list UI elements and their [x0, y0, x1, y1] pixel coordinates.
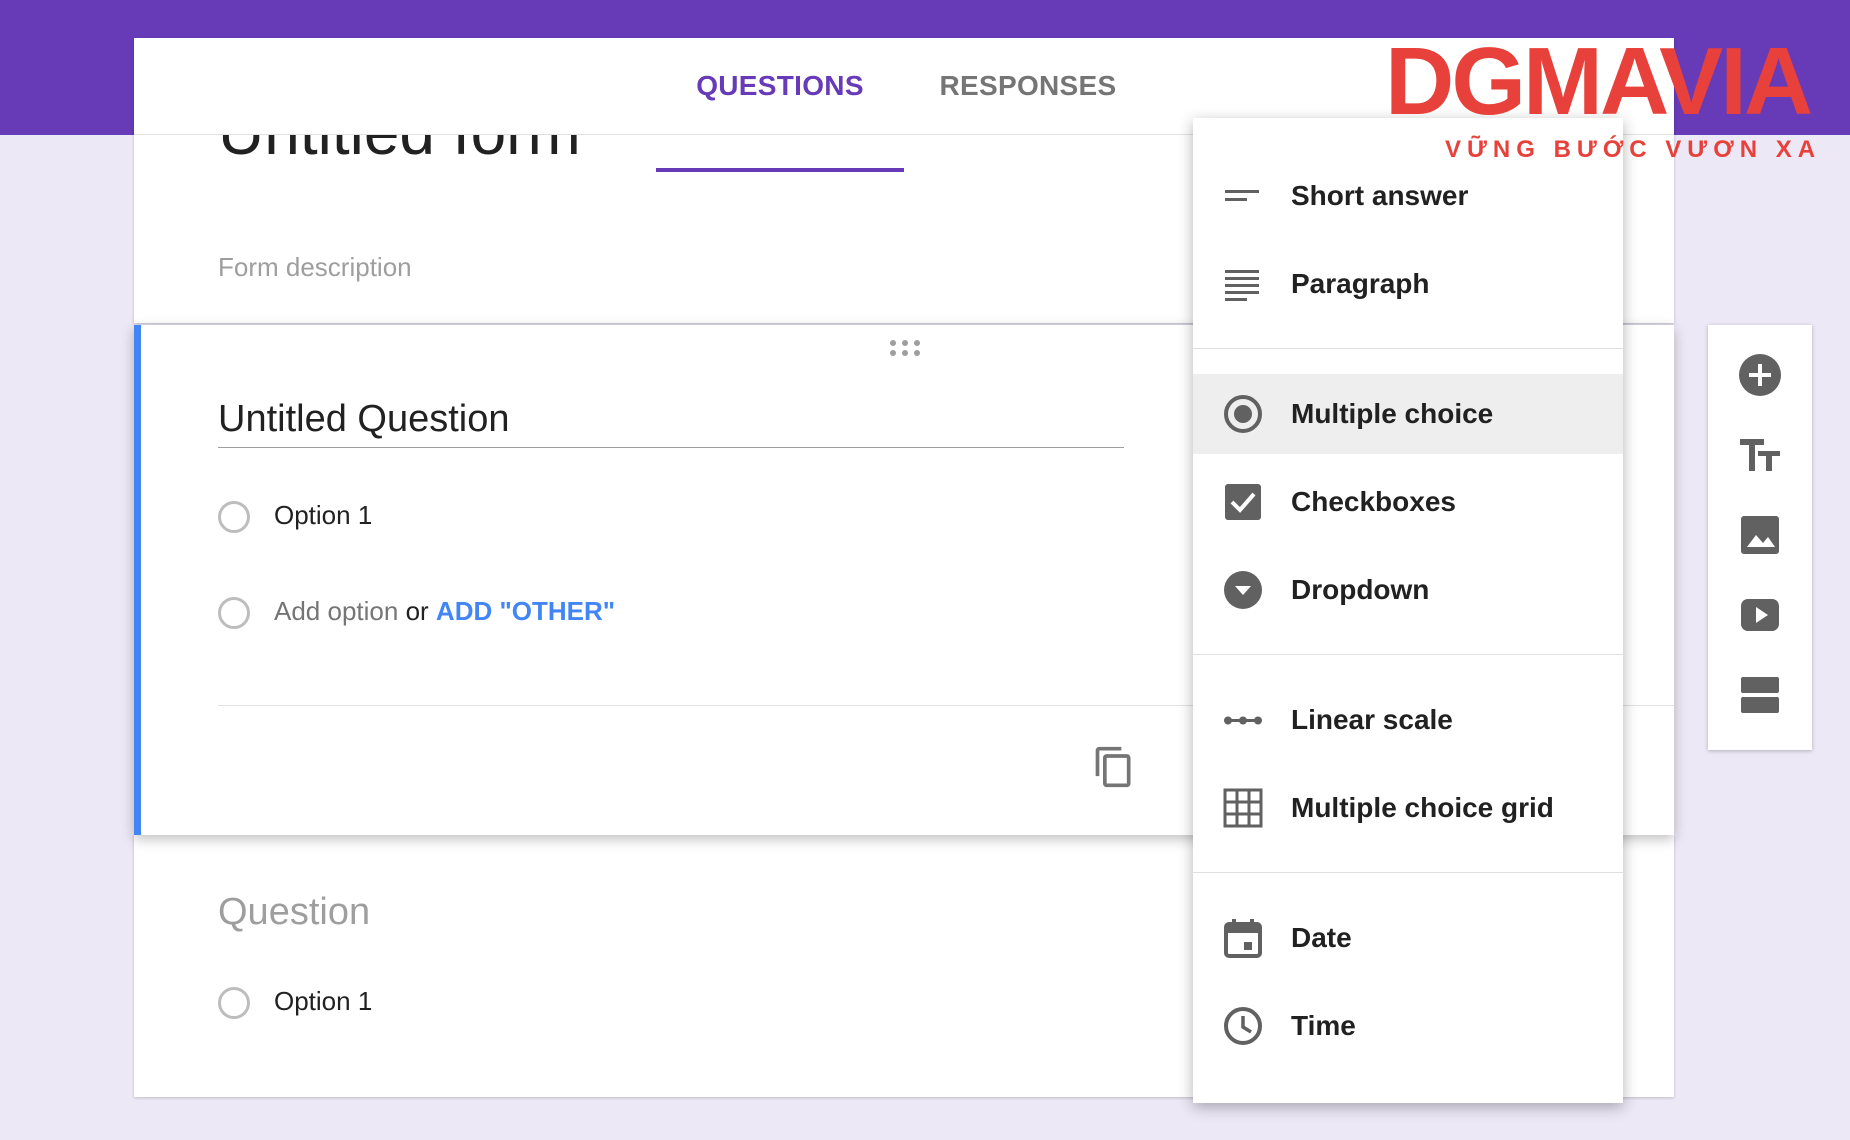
drag-handle-icon[interactable] [890, 340, 930, 360]
menu-item-paragraph[interactable]: Paragraph [1193, 244, 1623, 324]
menu-item-linear-scale[interactable]: Linear scale [1193, 680, 1623, 760]
menu-label: Multiple choice grid [1291, 792, 1554, 823]
linear-scale-icon [1224, 716, 1262, 725]
active-accent-bar [134, 325, 141, 835]
duplicate-icon[interactable] [1092, 745, 1136, 789]
menu-item-short-answer[interactable]: Short answer [1193, 156, 1623, 236]
calendar-icon [1224, 919, 1262, 958]
paragraph-icon [1225, 270, 1259, 301]
question-title-input[interactable]: Untitled Question [218, 397, 1124, 448]
add-video-icon[interactable] [1738, 593, 1782, 637]
dropdown-circle-icon [1224, 571, 1262, 609]
question-title[interactable]: Question [218, 891, 370, 934]
add-option-link[interactable]: Add option [274, 596, 398, 626]
add-option-radio-icon [218, 597, 250, 629]
checkbox-checked-icon [1225, 484, 1261, 520]
menu-label: Dropdown [1291, 574, 1430, 605]
option-radio-icon [218, 987, 250, 1019]
menu-label: Paragraph [1291, 268, 1430, 299]
menu-separator [1193, 348, 1623, 349]
menu-label: Date [1291, 922, 1352, 953]
menu-item-multiple-choice-grid[interactable]: Multiple choice grid [1193, 768, 1623, 848]
add-other-link[interactable]: ADD "OTHER" [436, 596, 615, 626]
logo-tagline: VỮNG BƯỚC VƯƠN XA [1445, 136, 1822, 163]
menu-item-checkboxes[interactable]: Checkboxes [1193, 462, 1623, 542]
menu-item-multiple-choice[interactable]: Multiple choice [1193, 374, 1623, 454]
watermark-logo: DGMAVIA VỮNG BƯỚC VƯƠN XA [1385, 4, 1845, 164]
menu-label: Checkboxes [1291, 486, 1456, 517]
clock-icon [1224, 1007, 1262, 1045]
tab-responses[interactable]: RESPONSES [904, 38, 1152, 134]
menu-item-time[interactable]: Time [1193, 986, 1623, 1066]
menu-label: Short answer [1291, 180, 1469, 211]
form-description[interactable]: Form description [218, 252, 412, 283]
add-section-icon[interactable] [1738, 673, 1782, 717]
menu-label: Time [1291, 1010, 1356, 1041]
logo-brand: DGMAVIA [1385, 28, 1813, 135]
menu-item-dropdown[interactable]: Dropdown [1193, 550, 1623, 630]
option-1-input[interactable]: Option 1 [274, 500, 372, 530]
short-answer-icon [1225, 190, 1259, 201]
add-question-icon[interactable] [1738, 353, 1782, 397]
radio-selected-icon [1224, 395, 1262, 433]
menu-separator [1193, 654, 1623, 655]
menu-label: Linear scale [1291, 704, 1453, 735]
grid-icon [1223, 788, 1263, 828]
menu-separator [1193, 872, 1623, 873]
question-type-menu: Short answer Paragraph Multiple choice C… [1193, 118, 1623, 1103]
add-title-icon[interactable] [1738, 433, 1782, 477]
tab-questions[interactable]: QUESTIONS [656, 38, 904, 172]
menu-item-date[interactable]: Date [1193, 898, 1623, 978]
menu-label: Multiple choice [1291, 398, 1494, 429]
option-radio-icon [218, 501, 250, 533]
add-image-icon[interactable] [1738, 513, 1782, 557]
add-option-row: Add option or ADD "OTHER" [274, 596, 615, 626]
option-1-label[interactable]: Option 1 [274, 986, 372, 1016]
side-toolbar [1708, 325, 1812, 750]
or-text: or [405, 596, 429, 626]
